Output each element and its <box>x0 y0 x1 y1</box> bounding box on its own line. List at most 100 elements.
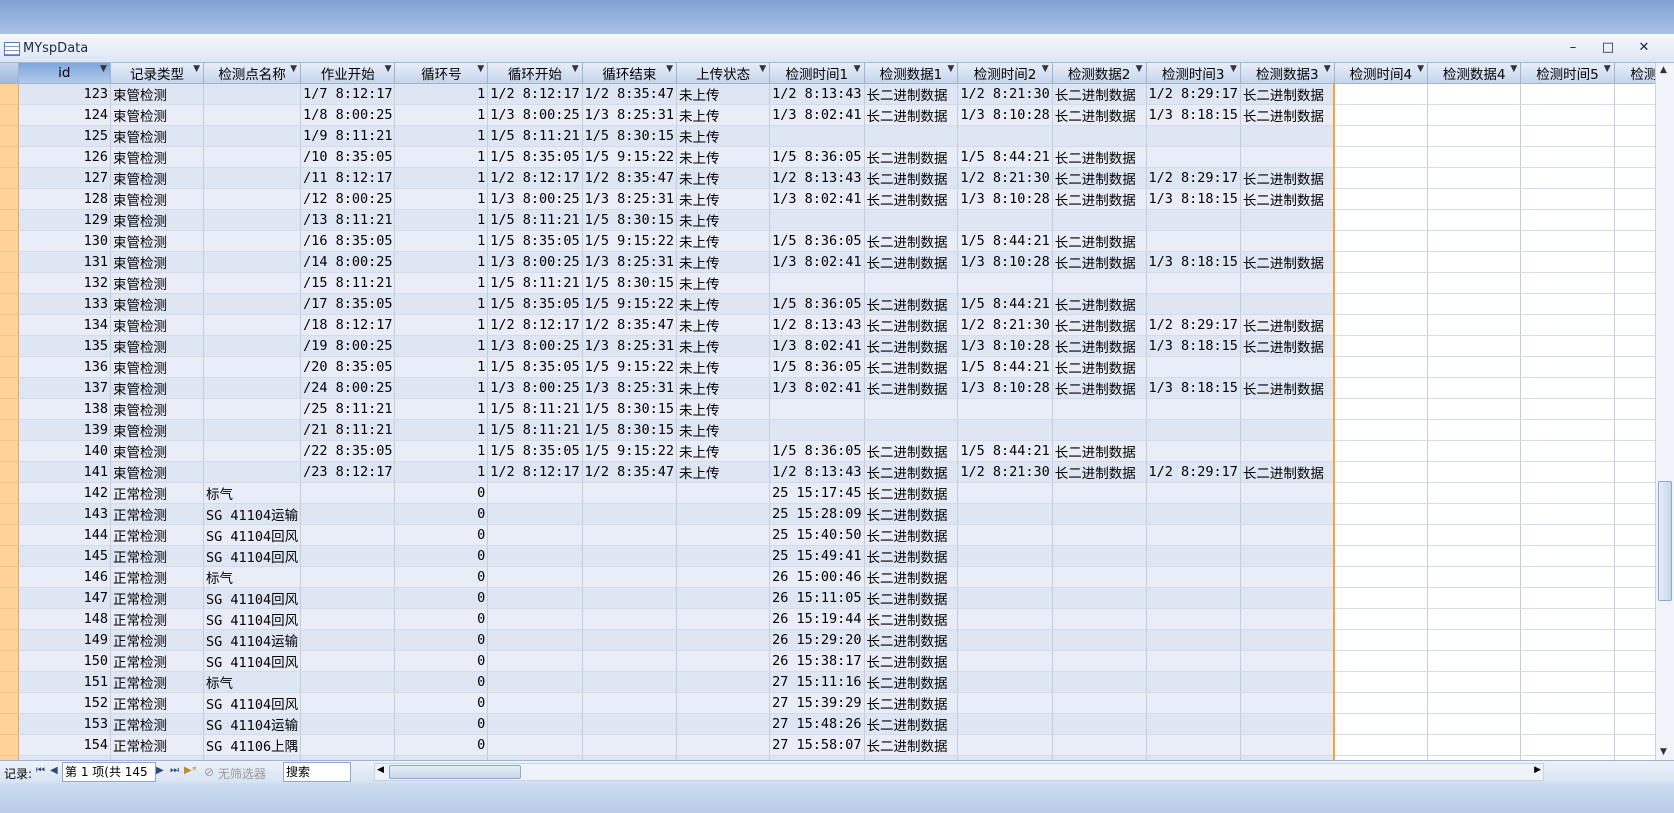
table-cell[interactable] <box>1240 734 1335 756</box>
table-cell[interactable]: 1/3 8:00:25 <box>487 251 583 273</box>
column-header[interactable]: 检测数据4 ▼ <box>1427 63 1522 84</box>
table-cell[interactable]: 未上传 <box>676 356 771 378</box>
table-cell[interactable]: 145 <box>18 545 111 567</box>
table-cell[interactable]: 长二进制数据 <box>864 587 959 609</box>
table-cell[interactable] <box>1146 293 1241 315</box>
table-cell[interactable]: 1 <box>394 440 489 462</box>
table-cell[interactable]: 未上传 <box>676 272 771 294</box>
table-cell[interactable]: 1/5 8:44:21 <box>957 146 1053 168</box>
table-cell[interactable]: 149 <box>18 629 111 651</box>
table-cell[interactable]: 1 <box>394 125 489 147</box>
row-selector[interactable] <box>0 251 19 273</box>
table-cell[interactable]: 1 <box>394 230 489 252</box>
table-cell[interactable] <box>582 608 678 630</box>
table-cell[interactable]: 正常检测 <box>110 650 205 672</box>
table-cell[interactable]: 未上传 <box>676 104 771 126</box>
table-cell[interactable]: 1/5 8:35:05 <box>487 146 583 168</box>
table-cell[interactable]: 1/2 8:35:47 <box>582 167 678 189</box>
table-cell[interactable] <box>487 503 583 525</box>
table-cell[interactable] <box>957 566 1053 588</box>
table-cell[interactable]: SG 41104回风 <box>203 650 302 672</box>
table-cell[interactable]: 未上传 <box>676 188 771 210</box>
table-cell[interactable] <box>676 524 771 546</box>
table-cell[interactable] <box>582 587 678 609</box>
next-record-icon[interactable]: ▶ <box>156 765 164 776</box>
table-cell[interactable] <box>582 629 678 651</box>
table-cell[interactable]: 正常检测 <box>110 692 205 714</box>
table-cell[interactable] <box>582 713 678 735</box>
table-cell[interactable]: 25 15:28:09 <box>769 503 865 525</box>
table-cell[interactable]: 0 <box>394 503 489 525</box>
table-cell[interactable]: 0 <box>394 566 489 588</box>
table-cell[interactable] <box>1427 608 1522 630</box>
table-cell[interactable] <box>1520 587 1615 609</box>
column-header[interactable]: 检测时间3 ▼ <box>1146 63 1241 84</box>
table-cell[interactable] <box>487 608 583 630</box>
table-cell[interactable] <box>1427 167 1522 189</box>
maximize-button[interactable]: □ <box>1597 38 1619 58</box>
chevron-down-icon[interactable]: ▼ <box>1042 64 1049 74</box>
table-cell[interactable]: 139 <box>18 419 111 441</box>
table-cell[interactable]: 1 <box>394 293 489 315</box>
table-cell[interactable] <box>1333 503 1429 525</box>
table-cell[interactable]: 1/3 8:10:28 <box>957 377 1053 399</box>
table-cell[interactable]: 正常检测 <box>110 566 205 588</box>
table-cell[interactable] <box>1146 209 1241 231</box>
column-header[interactable]: 作业开始 ▼ <box>300 63 396 84</box>
table-cell[interactable] <box>864 125 959 147</box>
table-cell[interactable]: 0 <box>394 587 489 609</box>
table-cell[interactable] <box>676 566 771 588</box>
column-header[interactable]: 循环开始 ▼ <box>487 63 583 84</box>
chevron-down-icon[interactable]: ▼ <box>477 64 484 74</box>
table-cell[interactable]: 1/5 9:15:22 <box>582 293 678 315</box>
table-cell[interactable] <box>1520 167 1615 189</box>
table-cell[interactable] <box>1427 671 1522 693</box>
table-cell[interactable] <box>676 713 771 735</box>
table-cell[interactable]: 1/3 8:25:31 <box>582 188 678 210</box>
table-cell[interactable]: 129 <box>18 209 111 231</box>
table-cell[interactable] <box>300 713 396 735</box>
table-cell[interactable]: 1/3 8:25:31 <box>582 377 678 399</box>
table-cell[interactable] <box>676 608 771 630</box>
row-selector[interactable] <box>0 629 19 651</box>
table-cell[interactable]: /24 8:00:25 <box>300 377 396 399</box>
table-cell[interactable] <box>203 251 302 273</box>
table-cell[interactable]: /14 8:00:25 <box>300 251 396 273</box>
table-cell[interactable]: 正常检测 <box>110 587 205 609</box>
table-cell[interactable]: 1/3 8:00:25 <box>487 335 583 357</box>
table-cell[interactable]: 1/5 8:36:05 <box>769 293 865 315</box>
table-cell[interactable] <box>300 671 396 693</box>
table-cell[interactable]: 26 15:38:17 <box>769 650 865 672</box>
table-cell[interactable]: 长二进制数据 <box>864 440 959 462</box>
table-cell[interactable]: 长二进制数据 <box>864 482 959 504</box>
table-cell[interactable]: 1/5 8:36:05 <box>769 440 865 462</box>
table-cell[interactable] <box>1146 230 1241 252</box>
table-cell[interactable]: 长二进制数据 <box>864 713 959 735</box>
table-cell[interactable] <box>1333 650 1429 672</box>
table-cell[interactable]: 1/3 8:18:15 <box>1146 188 1241 210</box>
table-cell[interactable] <box>1520 230 1615 252</box>
chevron-down-icon[interactable]: ▼ <box>1230 64 1237 74</box>
table-cell[interactable]: 1/5 8:11:21 <box>487 272 583 294</box>
row-selector[interactable] <box>0 692 19 714</box>
table-cell[interactable]: 0 <box>394 713 489 735</box>
table-cell[interactable]: 正常检测 <box>110 713 205 735</box>
table-cell[interactable]: 束管检测 <box>110 293 205 315</box>
select-all-corner[interactable] <box>0 63 19 84</box>
table-cell[interactable]: /15 8:11:21 <box>300 272 396 294</box>
table-cell[interactable] <box>676 545 771 567</box>
table-cell[interactable] <box>1427 587 1522 609</box>
chevron-down-icon[interactable]: ▼ <box>193 64 200 74</box>
table-cell[interactable]: SG 41104回风 <box>203 587 302 609</box>
table-cell[interactable] <box>1146 545 1241 567</box>
table-cell[interactable]: 长二进制数据 <box>864 629 959 651</box>
scroll-down-icon[interactable]: ▼ <box>1660 747 1667 757</box>
table-cell[interactable] <box>1333 188 1429 210</box>
table-cell[interactable]: 长二进制数据 <box>1240 188 1335 210</box>
table-cell[interactable] <box>300 545 396 567</box>
table-cell[interactable]: 1/5 9:15:22 <box>582 230 678 252</box>
table-cell[interactable] <box>1146 272 1241 294</box>
table-cell[interactable] <box>1240 713 1335 735</box>
table-cell[interactable]: 27 15:39:29 <box>769 692 865 714</box>
table-cell[interactable] <box>582 692 678 714</box>
